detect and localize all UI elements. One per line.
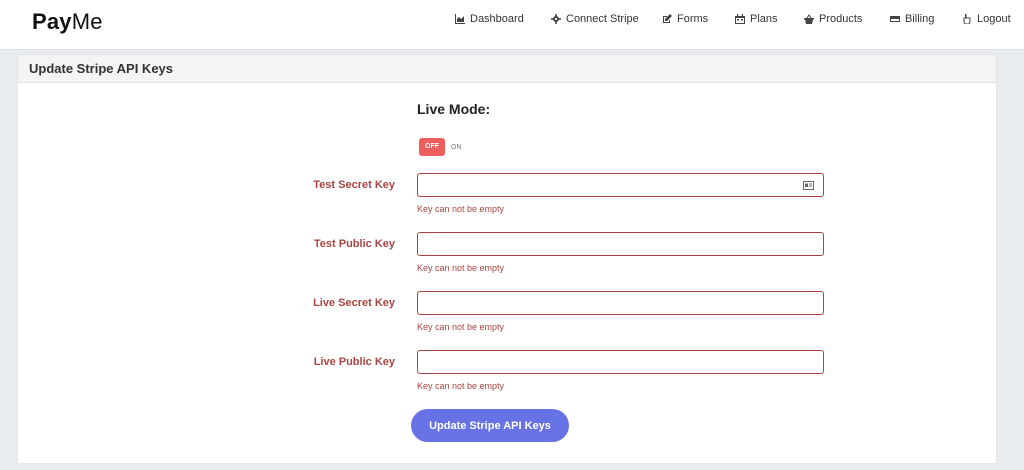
nav-logout[interactable]: Logout (962, 13, 1011, 25)
contact-card-icon[interactable] (803, 181, 814, 190)
live-secret-key-error: Key can not be empty (417, 322, 505, 332)
panel-title: Update Stripe API Keys (18, 55, 996, 83)
calendar-icon (735, 14, 745, 24)
nav-plans-label: Plans (750, 13, 778, 25)
gear-icon (551, 14, 561, 24)
live-public-key-input[interactable] (417, 350, 824, 374)
nav-forms-label: Forms (677, 13, 709, 25)
live-public-key-label: Live Public Key (313, 356, 395, 368)
nav-logout-label: Logout (977, 13, 1011, 25)
live-public-key-error: Key can not be empty (417, 381, 505, 391)
credit-card-icon (890, 16, 900, 22)
test-secret-key-error: Key can not be empty (417, 204, 505, 214)
hand-pointer-icon (963, 14, 971, 24)
api-keys-panel: Update Stripe API Keys Live Mode: OFF ON… (17, 54, 997, 464)
toggle-off-label: OFF (419, 138, 445, 156)
brand-logo-bold: Pay (32, 9, 72, 34)
toggle-on-label: ON (451, 143, 462, 151)
nav-plans[interactable]: Plans (735, 13, 778, 25)
test-public-key-error: Key can not be empty (417, 263, 505, 273)
live-mode-label: Live Mode: (417, 101, 491, 117)
live-secret-key-input[interactable] (417, 291, 824, 315)
basket-icon (804, 14, 814, 24)
update-stripe-keys-button[interactable]: Update Stripe API Keys (411, 409, 569, 442)
area-chart-icon (455, 14, 465, 24)
live-mode-toggle[interactable]: OFF ON (419, 138, 462, 156)
test-public-key-label: Test Public Key (313, 238, 395, 250)
nav-dashboard-label: Dashboard (470, 13, 524, 25)
nav-connect-stripe-label: Connect Stripe (566, 13, 639, 25)
nav-products[interactable]: Products (804, 13, 862, 25)
nav-billing-label: Billing (905, 13, 935, 25)
test-secret-key-input[interactable] (417, 173, 824, 197)
nav-products-label: Products (819, 13, 863, 25)
brand-logo-light: Me (71, 9, 103, 34)
test-public-key-input[interactable] (417, 232, 824, 256)
nav-dashboard[interactable]: Dashboard (455, 13, 524, 25)
test-secret-key-label: Test Secret Key (313, 179, 395, 191)
top-navbar: PayMe Dashboard Connect Stripe Forms Pla… (0, 0, 1024, 50)
brand-logo[interactable]: PayMe (32, 9, 103, 35)
edit-icon (663, 14, 672, 23)
nav-billing[interactable]: Billing (890, 13, 934, 25)
nav-connect-stripe[interactable]: Connect Stripe (551, 13, 639, 25)
nav-forms[interactable]: Forms (662, 13, 708, 25)
live-secret-key-label: Live Secret Key (313, 297, 395, 309)
